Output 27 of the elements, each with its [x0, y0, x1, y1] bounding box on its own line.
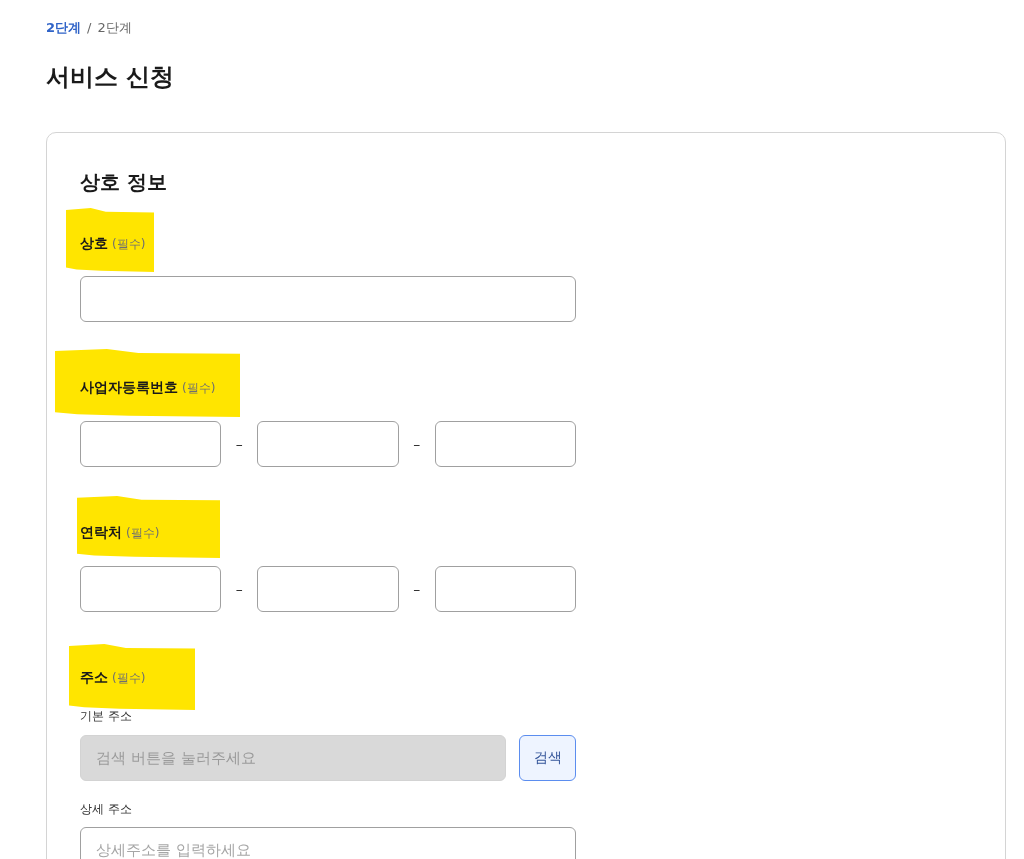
field-label: 주소 [80, 668, 108, 687]
field-label: 사업자등록번호 [80, 378, 178, 397]
separator-dash: – [234, 581, 244, 597]
page-title: 서비스 신청 [46, 62, 176, 93]
breadcrumb-link[interactable]: 2단계 [46, 19, 82, 37]
sub-label: 상세 주소 [80, 801, 132, 818]
required-note: (필수) [182, 380, 216, 397]
input-field[interactable] [434, 566, 576, 612]
input-field[interactable] [434, 421, 576, 467]
input-field[interactable] [80, 276, 576, 322]
sub-label: 기본 주소 [80, 708, 132, 725]
section-title: 상호 정보 [80, 169, 168, 196]
input-field[interactable] [257, 566, 399, 612]
input-field[interactable]: 상세주소를 입력하세요 [80, 827, 576, 859]
separator-dash: – [412, 581, 422, 597]
breadcrumb-separator: / [87, 19, 92, 37]
breadcrumb-current: 2단계 [97, 19, 132, 37]
separator-dash: – [234, 436, 244, 452]
input-field[interactable] [257, 421, 399, 467]
input-field[interactable] [80, 421, 222, 467]
field-label: 상호 [80, 234, 108, 253]
separator-dash: – [412, 436, 422, 452]
required-note: (필수) [112, 670, 146, 687]
required-note: (필수) [126, 525, 160, 542]
required-note: (필수) [112, 236, 146, 253]
input-field[interactable] [80, 566, 222, 612]
field-label: 연락처 [80, 523, 122, 542]
